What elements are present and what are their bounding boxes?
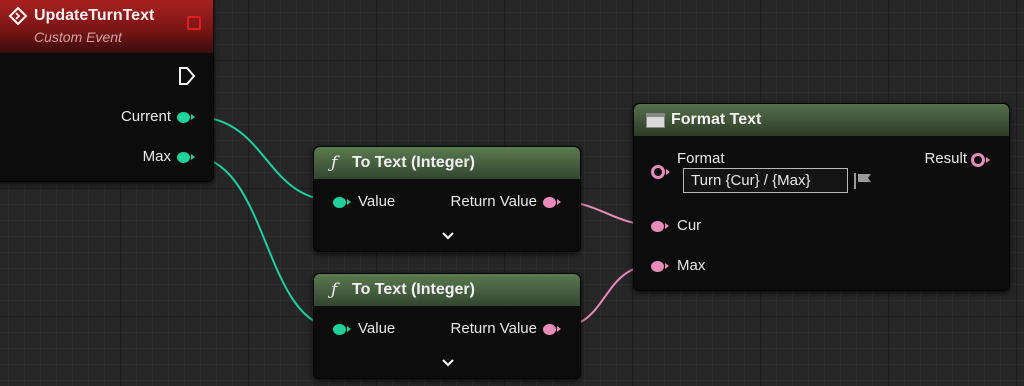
pin-label-current: Current bbox=[120, 108, 171, 125]
current-pin[interactable] bbox=[177, 112, 190, 123]
exec-out-pin-icon[interactable] bbox=[178, 66, 196, 86]
function-icon: ƒ bbox=[331, 280, 338, 300]
function-icon: ƒ bbox=[331, 153, 338, 173]
format-text-field[interactable]: Turn {Cur} / {Max} bbox=[683, 168, 848, 193]
cur-label: Cur bbox=[677, 217, 702, 234]
format-label: Format bbox=[677, 150, 725, 167]
delegate-pin-icon[interactable] bbox=[187, 16, 201, 30]
to-text-1-value-pin[interactable] bbox=[333, 197, 346, 208]
max-pin[interactable] bbox=[177, 152, 190, 163]
event-subtitle: Custom Event bbox=[34, 29, 122, 45]
cur-pin[interactable] bbox=[651, 221, 664, 232]
format-pin[interactable] bbox=[651, 165, 665, 179]
to-text-2-return-label: Return Value bbox=[450, 320, 537, 337]
to-text-2-value-pin[interactable] bbox=[333, 324, 346, 335]
expand-chevron-icon[interactable] bbox=[441, 358, 455, 368]
to-text-2-value-label: Value bbox=[358, 320, 396, 337]
format-text-title: Format Text bbox=[671, 111, 762, 128]
flag-icon[interactable] bbox=[853, 172, 873, 190]
to-text-1-value-label: Value bbox=[358, 193, 396, 210]
to-text-2-title: To Text (Integer) bbox=[352, 281, 475, 298]
to-text-2-return-pin[interactable] bbox=[543, 324, 556, 335]
max-input-pin[interactable] bbox=[651, 261, 664, 272]
format-text-node[interactable]: Format Text Format Turn {Cur} / {Max} Re… bbox=[633, 103, 1010, 291]
event-title: UpdateTurnText bbox=[34, 7, 155, 24]
expand-chevron-icon[interactable] bbox=[441, 231, 455, 241]
to-text-1-title: To Text (Integer) bbox=[352, 154, 475, 171]
pin-label-max: Max bbox=[142, 148, 171, 165]
custom-event-node[interactable]: UpdateTurnText Custom Event Current Max bbox=[0, 0, 214, 182]
result-pin[interactable] bbox=[971, 153, 985, 167]
to-text-node-1[interactable]: ƒ To Text (Integer) Value Return Value bbox=[313, 146, 581, 252]
to-text-1-return-pin[interactable] bbox=[543, 197, 556, 208]
max-input-label: Max bbox=[677, 257, 706, 274]
event-diamond-icon bbox=[8, 6, 28, 26]
to-text-node-2[interactable]: ƒ To Text (Integer) Value Return Value bbox=[313, 273, 581, 379]
format-text-node-icon bbox=[646, 113, 665, 128]
to-text-1-return-label: Return Value bbox=[450, 193, 537, 210]
result-label: Result bbox=[924, 150, 967, 167]
